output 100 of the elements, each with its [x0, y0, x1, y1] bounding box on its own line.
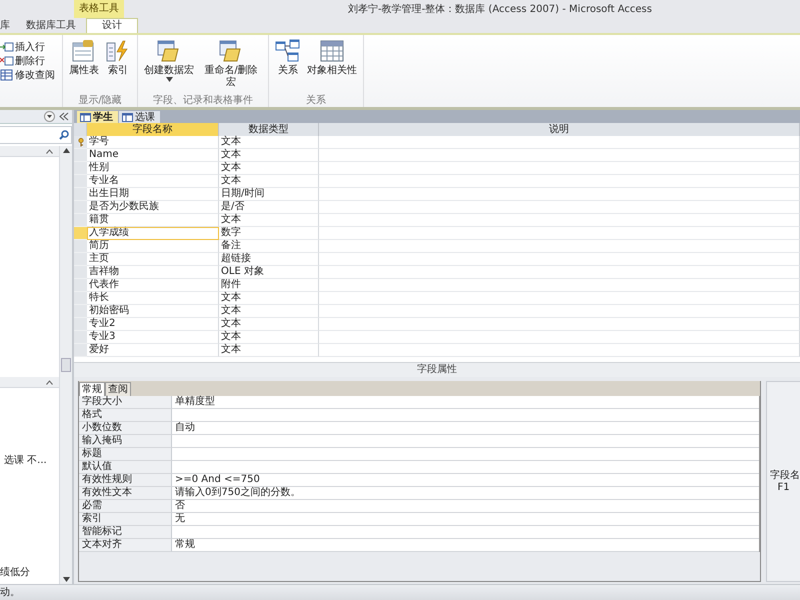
- scroll-down-icon: [62, 577, 70, 582]
- property-value[interactable]: 无: [172, 513, 759, 526]
- table-cell[interactable]: 简历: [87, 240, 219, 253]
- table-cell[interactable]: [319, 279, 800, 292]
- ribbon-button[interactable]: 对象相关性: [304, 38, 360, 93]
- list-item[interactable]: 绩低分: [0, 567, 59, 579]
- properties-tab[interactable]: 查阅: [105, 382, 131, 396]
- context-tab-label: 表格工具: [74, 0, 124, 18]
- tables-icon: [275, 39, 301, 63]
- table-cell[interactable]: [319, 292, 800, 305]
- group-label: 显示/隐藏: [77, 94, 123, 107]
- ribbon-button[interactable]: 属性表: [66, 38, 102, 93]
- table-icon: [122, 112, 133, 122]
- table-cell[interactable]: 文本: [219, 175, 319, 188]
- table-cell[interactable]: 附件: [219, 279, 319, 292]
- caret-icon: [166, 77, 172, 82]
- key-icon: [78, 138, 84, 146]
- table-cell[interactable]: 特长: [87, 292, 219, 305]
- table-cell[interactable]: 文本: [219, 331, 319, 344]
- table-cell[interactable]: 超链接: [219, 253, 319, 266]
- ribbon-tab[interactable]: 库: [0, 19, 16, 33]
- property-label: 输入掩码: [79, 435, 172, 448]
- properties-tab[interactable]: 常规: [79, 382, 105, 396]
- table-cell[interactable]: 数字: [219, 227, 319, 240]
- document-tab[interactable]: 选课: [119, 111, 160, 123]
- ribbon-tab[interactable]: 数据库工具: [20, 19, 82, 33]
- scrollbar[interactable]: [59, 146, 72, 584]
- property-label: 索引: [79, 513, 172, 526]
- ribbon-button[interactable]: 插入行: [0, 40, 45, 53]
- scroll-thumb[interactable]: [61, 358, 71, 372]
- section-header[interactable]: [0, 377, 59, 388]
- document-tab[interactable]: 学生: [77, 111, 118, 123]
- row-selector[interactable]: [74, 136, 87, 149]
- table-cell[interactable]: 是/否: [219, 201, 319, 214]
- group-label: 字段、记录和表格事件: [152, 94, 254, 107]
- table-cell[interactable]: 吉祥物: [87, 266, 219, 279]
- table-icon: [80, 112, 91, 122]
- table-cell[interactable]: [319, 266, 800, 279]
- list-item[interactable]: 选课 不...: [4, 455, 59, 467]
- table-cell[interactable]: Name: [87, 149, 219, 162]
- property-label: 小数位数: [79, 422, 172, 435]
- ribbon-tab[interactable]: 设计: [86, 18, 138, 33]
- property-label: 默认值: [79, 461, 172, 474]
- table-cell[interactable]: OLE 对象: [219, 266, 319, 279]
- table-cell[interactable]: 文本: [219, 305, 319, 318]
- table-cell[interactable]: [319, 188, 800, 201]
- property-value[interactable]: 常规: [172, 539, 759, 552]
- table-cell[interactable]: 主页: [87, 253, 219, 266]
- table-cell[interactable]: 文本: [219, 292, 319, 305]
- table-cell[interactable]: [319, 227, 800, 240]
- ribbon-button[interactable]: 重命名/删除宏: [197, 38, 265, 93]
- table-cell[interactable]: 专业名: [87, 175, 219, 188]
- table-cell[interactable]: [319, 175, 800, 188]
- table-cell[interactable]: 学号: [87, 136, 219, 149]
- ribbon-button[interactable]: 删除行: [0, 54, 45, 67]
- table-cell[interactable]: 专业2: [87, 318, 219, 331]
- table-cell[interactable]: 备注: [219, 240, 319, 253]
- table-cell[interactable]: [319, 136, 800, 149]
- property-value[interactable]: 自动: [172, 422, 759, 435]
- scroll-up-icon: [62, 148, 70, 153]
- property-label: 文本对齐: [79, 539, 172, 552]
- table-cell[interactable]: 文本: [219, 136, 319, 149]
- property-value[interactable]: 请输入0到750之间的分数。: [172, 487, 759, 500]
- search-field[interactable]: [0, 126, 72, 144]
- table-cell[interactable]: [319, 240, 800, 253]
- collapse-icon: [59, 112, 69, 121]
- table-cell[interactable]: 文本: [219, 318, 319, 331]
- table-cell[interactable]: [319, 253, 800, 266]
- ribbon-button[interactable]: 创建数据宏: [141, 38, 197, 93]
- ribbon-button[interactable]: 关系: [272, 38, 304, 93]
- table-cell[interactable]: 文本: [219, 214, 319, 227]
- table-cell[interactable]: [319, 318, 800, 331]
- table-cell[interactable]: 籍贯: [87, 214, 219, 227]
- table-cell[interactable]: 初始密码: [87, 305, 219, 318]
- status-text: 动。: [0, 584, 800, 600]
- table-cell[interactable]: 文本: [219, 149, 319, 162]
- property-value[interactable]: >=0 And <=750: [172, 474, 759, 487]
- table-cell[interactable]: [319, 214, 800, 227]
- column-header: 字段名称: [87, 123, 219, 136]
- table-cell[interactable]: 文本: [219, 162, 319, 175]
- property-value[interactable]: 否: [172, 500, 759, 513]
- table-icon: [0, 68, 14, 80]
- table-cell[interactable]: 性别: [87, 162, 219, 175]
- table-cell[interactable]: 专业3: [87, 331, 219, 344]
- ribbon-button[interactable]: 修改查阅: [0, 68, 55, 81]
- column-header: 数据类型: [219, 123, 319, 136]
- property-value[interactable]: 单精度型: [172, 396, 759, 409]
- table-cell[interactable]: 出生日期: [87, 188, 219, 201]
- table-cell[interactable]: 日期/时间: [219, 188, 319, 201]
- property-label: 必需: [79, 500, 172, 513]
- ribbon-button[interactable]: 索引: [102, 38, 134, 93]
- table-cell[interactable]: [319, 162, 800, 175]
- search-icon: [59, 130, 69, 140]
- table-cell[interactable]: [319, 305, 800, 318]
- table-cell[interactable]: [319, 149, 800, 162]
- table-cell[interactable]: 代表作: [87, 279, 219, 292]
- table-cell[interactable]: [319, 201, 800, 214]
- window-title: 刘孝宁-教学管理-整体：数据库 (Access 2007) - Microsoft Access: [347, 2, 652, 16]
- table-cell[interactable]: [319, 331, 800, 344]
- table-cell[interactable]: 是否为少数民族: [87, 201, 219, 214]
